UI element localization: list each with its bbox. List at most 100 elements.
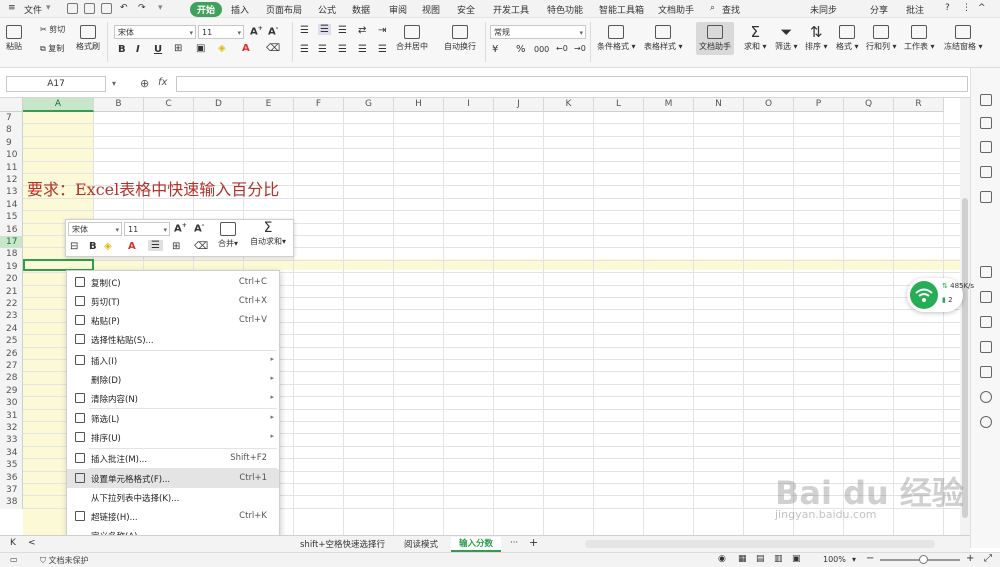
tab-review[interactable]: 审阅 <box>389 3 407 16</box>
row-header[interactable]: 19 <box>0 260 23 274</box>
format-button[interactable]: 格式 ▾ <box>836 25 859 52</box>
context-menu-item[interactable]: 复制(C) Ctrl+C <box>67 273 279 292</box>
number-format-select[interactable]: 常规 ▾ <box>490 25 586 39</box>
align-middle-icon[interactable]: ☰ <box>318 24 331 35</box>
collapse-ribbon-icon[interactable]: ^ <box>978 3 986 13</box>
bold-button[interactable]: B <box>118 44 126 55</box>
tab-home[interactable]: 开始 <box>190 2 223 17</box>
search-label[interactable]: 查找 <box>722 3 740 16</box>
mini-border-icon[interactable]: ⊞ <box>172 241 180 252</box>
share-button[interactable]: 分享 <box>870 3 888 16</box>
column-header[interactable]: F <box>294 98 344 112</box>
sheet-tab-reading-mode[interactable]: 阅读模式 <box>404 538 438 550</box>
column-header[interactable]: J <box>494 98 544 112</box>
row-header[interactable]: 29 <box>0 384 23 398</box>
row-header[interactable]: 25 <box>0 335 23 348</box>
doc-protect-status[interactable]: ⛉ 文档未保护 <box>40 555 89 566</box>
horizontal-scrollbar[interactable] <box>585 540 935 548</box>
row-header[interactable]: 27 <box>0 360 23 373</box>
fx-icon[interactable]: fx <box>158 77 167 88</box>
column-header[interactable]: Q <box>844 98 894 112</box>
tab-page-layout[interactable]: 页面布局 <box>266 3 302 16</box>
redo-icon[interactable]: ↷ <box>138 3 146 13</box>
tab-smart-toolbox[interactable]: 智能工具箱 <box>599 3 644 16</box>
doc-assistant-button[interactable]: 文档助手 <box>696 22 734 55</box>
row-header[interactable]: 17 <box>0 236 23 249</box>
increase-decimal-icon[interactable]: ←0 <box>556 44 568 53</box>
conditional-format-button[interactable]: 条件格式 ▾ <box>597 25 636 52</box>
percent-button[interactable]: % <box>516 44 526 55</box>
context-menu-item[interactable]: 筛选(L) ▸ <box>67 409 279 428</box>
format-painter-button[interactable]: 格式刷 <box>76 25 100 52</box>
row-header[interactable]: 16 <box>0 223 23 236</box>
help-icon[interactable]: ? <box>945 3 950 13</box>
cut-button[interactable]: ✂ 剪切 <box>40 24 65 35</box>
row-header[interactable]: 31 <box>0 409 23 422</box>
row-header[interactable]: 23 <box>0 310 23 323</box>
row-header[interactable]: 28 <box>0 372 23 385</box>
eraser-icon[interactable]: ⌫ <box>266 43 280 54</box>
normal-view-icon[interactable]: ▦ <box>738 554 747 564</box>
tab-formula[interactable]: 公式 <box>318 3 336 16</box>
context-menu-item[interactable]: 从下拉列表中选择(K)... <box>67 488 279 507</box>
tab-features[interactable]: 特色功能 <box>547 3 583 16</box>
column-header[interactable]: D <box>194 98 244 112</box>
formula-input[interactable] <box>176 76 968 92</box>
name-box[interactable]: A17 <box>6 76 106 92</box>
zoom-out-icon[interactable]: − <box>866 553 874 564</box>
help-circle-icon[interactable] <box>980 416 992 428</box>
distributed-icon[interactable]: ☰ <box>378 44 387 55</box>
undo-icon[interactable]: ↶ <box>120 3 128 13</box>
mini-bold-button[interactable]: B <box>89 241 97 252</box>
align-right-icon[interactable]: ☰ <box>338 44 347 55</box>
row-header[interactable]: 13 <box>0 186 23 199</box>
row-header[interactable]: 9 <box>0 136 23 150</box>
sum-button[interactable]: Σ 求和 ▾ <box>744 23 767 52</box>
image-icon[interactable] <box>980 341 992 353</box>
print-preview-icon[interactable] <box>101 3 112 14</box>
merge-icon[interactable]: ▣ <box>196 43 205 54</box>
sheet-tab-input-fraction[interactable]: 输入分数 <box>451 537 502 552</box>
align-left-icon[interactable]: ☰ <box>300 44 309 55</box>
mini-decrease-font-icon[interactable]: A- <box>194 222 204 234</box>
context-menu-item[interactable]: 插入批注(M)... Shift+F2 <box>67 449 279 468</box>
row-header[interactable]: 36 <box>0 471 23 484</box>
hamburger-icon[interactable]: ≡ <box>8 3 16 13</box>
font-color-icon[interactable]: A <box>242 43 250 54</box>
row-header[interactable]: 18 <box>0 248 23 261</box>
row-header[interactable]: 37 <box>0 484 23 497</box>
zoom-slider-thumb[interactable] <box>919 555 928 564</box>
page-break-icon[interactable]: ▥ <box>774 554 783 564</box>
zoom-icon[interactable]: ⊕ <box>140 77 149 90</box>
decrease-decimal-icon[interactable]: →0 <box>574 44 586 53</box>
merge-center-button[interactable]: 合并居中 <box>396 25 428 52</box>
context-menu-item[interactable]: 选择性粘贴(S)... <box>67 330 279 349</box>
mini-font-size-select[interactable]: 11 ▾ <box>124 222 170 236</box>
column-header[interactable]: N <box>694 98 744 112</box>
context-menu-item[interactable]: 删除(D) ▸ <box>67 370 279 389</box>
align-bottom-icon[interactable]: ☰ <box>338 25 347 36</box>
row-header[interactable]: 8 <box>0 124 23 137</box>
menu-file[interactable]: 文件 <box>24 3 42 16</box>
indent-icon[interactable]: ⇥ <box>378 25 386 36</box>
tab-insert[interactable]: 插入 <box>231 3 249 16</box>
column-header[interactable]: P <box>794 98 844 112</box>
underline-button[interactable]: U <box>154 44 162 55</box>
worksheet-button[interactable]: 工作表 ▾ <box>904 25 935 52</box>
more-sheets-button[interactable]: ··· <box>510 538 518 548</box>
justify-icon[interactable]: ☰ <box>358 44 367 55</box>
freeze-button[interactable]: 冻结窗格 ▾ <box>944 25 983 52</box>
tab-view[interactable]: 视图 <box>422 3 440 16</box>
thousands-button[interactable]: 000 <box>534 45 549 54</box>
font-size-select[interactable]: 11 ▾ <box>198 25 244 39</box>
tab-developer[interactable]: 开发工具 <box>493 3 529 16</box>
mini-font-name-select[interactable]: 宋体 ▾ <box>68 222 122 236</box>
context-menu-item[interactable]: 设置单元格格式(F)... Ctrl+1 <box>67 469 279 488</box>
paste-button[interactable]: 粘贴 <box>6 25 22 52</box>
row-header[interactable]: 7 <box>0 112 23 125</box>
border-icon[interactable]: ⊞ <box>174 43 182 54</box>
row-header[interactable]: 11 <box>0 161 23 174</box>
table-icon[interactable] <box>980 316 992 328</box>
row-header[interactable]: 34 <box>0 446 23 460</box>
row-header[interactable]: 35 <box>0 459 23 472</box>
